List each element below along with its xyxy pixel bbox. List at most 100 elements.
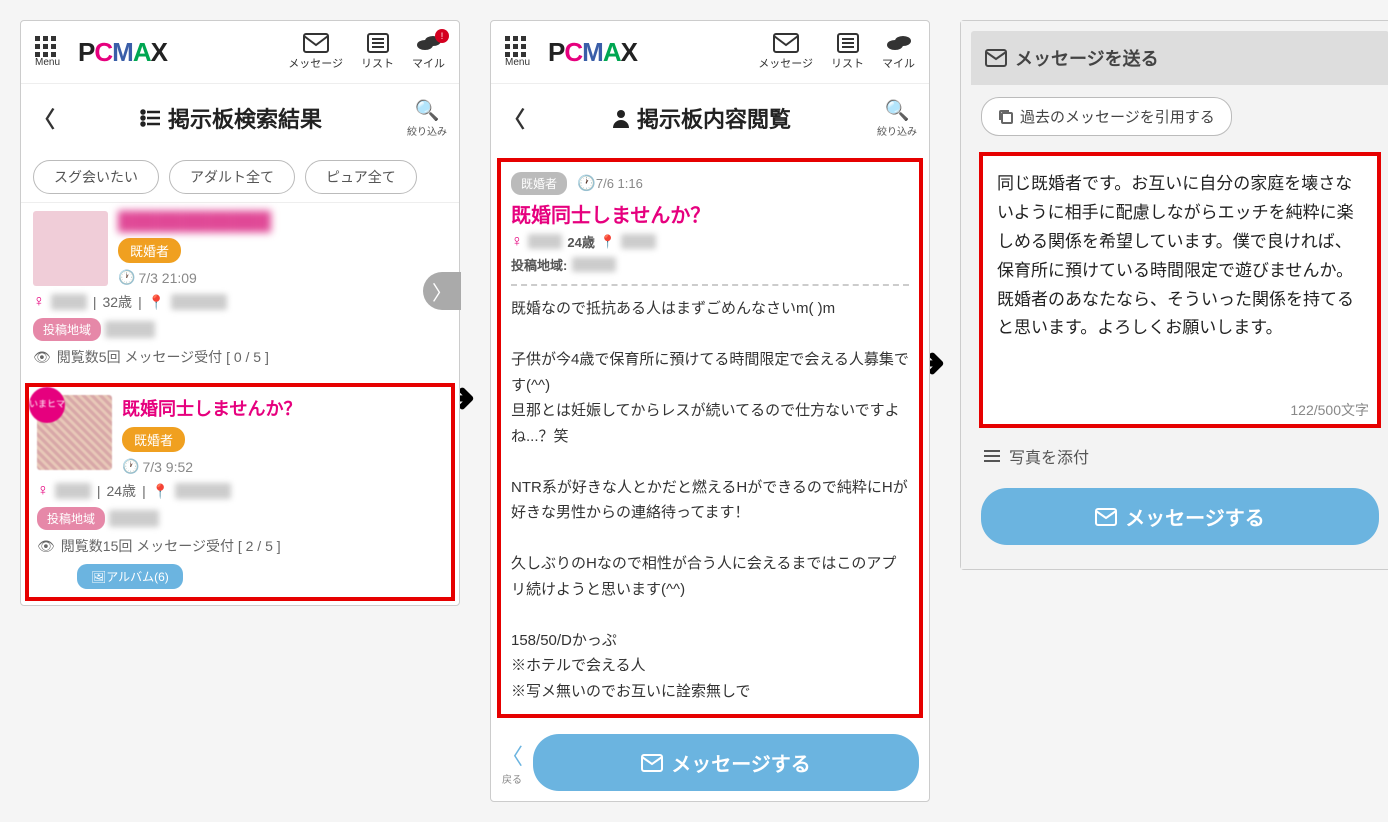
blurred-name: ██ bbox=[51, 294, 87, 310]
region-tag: 投稿地域 bbox=[33, 318, 101, 341]
header-message[interactable]: メッセージ bbox=[288, 33, 343, 71]
search-icon: 🔍 bbox=[877, 98, 917, 123]
eye-icon: 👁 bbox=[37, 538, 55, 555]
clock-icon: 🕐 bbox=[122, 458, 139, 475]
character-count: 122/500文字 bbox=[983, 396, 1377, 424]
post-meta: ♀██ | 24歳 | 📍████ bbox=[37, 481, 443, 501]
female-icon: ♀ bbox=[511, 233, 523, 251]
post-stats: 👁閲覧数15回 メッセージ受付 [ 2 / 5 ] bbox=[37, 536, 443, 556]
detail-meta: ♀██ 24歳 📍██ bbox=[511, 232, 909, 251]
message-textarea[interactable]: 同じ既婚者です。お互いに自分の家庭を壊さないように相手に配慮しながらエッチを純粋… bbox=[983, 156, 1377, 396]
divider bbox=[511, 284, 909, 286]
list-icon bbox=[837, 33, 859, 53]
grid-icon bbox=[505, 36, 530, 57]
hamburger-icon bbox=[983, 448, 1001, 464]
eye-icon: 👁 bbox=[33, 349, 51, 366]
grid-icon bbox=[35, 36, 60, 57]
chip-pure-all[interactable]: ピュア全て bbox=[305, 160, 417, 194]
menu-button[interactable]: Menu bbox=[35, 36, 60, 68]
detail-region: 投稿地域:███ bbox=[511, 255, 909, 274]
panel-compose: メッセージを送る 過去のメッセージを引用する 同じ既婚者です。お互いに自分の家庭… bbox=[960, 20, 1388, 570]
subheader: 〈 掲示板検索結果 🔍絞り込み bbox=[21, 84, 459, 152]
clock-icon: 🕐 bbox=[118, 269, 135, 286]
region-tag: 投稿地域 bbox=[37, 507, 105, 530]
header-message[interactable]: メッセージ bbox=[758, 33, 813, 71]
header-mile[interactable]: マイル bbox=[882, 33, 915, 71]
person-icon bbox=[611, 108, 631, 128]
filter-button[interactable]: 🔍絞り込み bbox=[877, 98, 917, 138]
female-icon: ♀ bbox=[37, 482, 49, 500]
message-button[interactable]: メッセージする bbox=[533, 734, 919, 791]
post-card-highlighted[interactable]: いまヒマ 既婚同士しませんか？ 既婚者 🕐7/3 9:52 ♀██ | 24歳 … bbox=[25, 383, 455, 601]
header-list[interactable]: リスト bbox=[831, 33, 864, 71]
pin-icon: 📍 bbox=[152, 483, 169, 500]
label: リスト bbox=[361, 58, 394, 70]
attach-photo[interactable]: 写真を添付 bbox=[971, 432, 1388, 480]
list-bullets-icon bbox=[140, 108, 162, 128]
chip-adult-all[interactable]: アダルト全て bbox=[169, 160, 295, 194]
married-tag: 既婚者 bbox=[122, 427, 185, 452]
detail-title: 既婚同士しませんか？ bbox=[511, 199, 909, 228]
coins-icon bbox=[887, 33, 911, 53]
married-tag: 既婚者 bbox=[118, 238, 181, 263]
back-button[interactable]: 〈戻る bbox=[501, 739, 523, 786]
menu-label: Menu bbox=[35, 57, 60, 68]
envelope-icon bbox=[1095, 508, 1117, 526]
chevron-right-icon[interactable]: 〉 bbox=[423, 272, 461, 310]
pin-icon: 📍 bbox=[600, 234, 616, 250]
timestamp: 7/6 1:16 bbox=[596, 176, 643, 191]
compose-header: メッセージを送る bbox=[971, 31, 1388, 85]
clock-icon: 🕐 bbox=[577, 175, 596, 192]
send-message-button[interactable]: メッセージする bbox=[981, 488, 1379, 545]
menu-label: Menu bbox=[505, 57, 530, 68]
header-list[interactable]: リスト bbox=[361, 33, 394, 71]
post-time: 🕐7/3 21:09 bbox=[118, 269, 447, 286]
married-tag: 既婚者 bbox=[511, 172, 567, 195]
post-card[interactable]: ████████████ 既婚者 🕐7/3 21:09 ♀██ | 32歳 | … bbox=[21, 202, 459, 379]
envelope-icon bbox=[641, 754, 663, 772]
filter-chips: スグ会いたい アダルト全て ピュア全て bbox=[21, 152, 459, 202]
post-time: 🕐7/3 9:52 bbox=[122, 458, 443, 475]
panel-post-detail: Menu PCMAX メッセージ リスト マイル 〈 掲示板内容閲覧 🔍絞り込み… bbox=[490, 20, 930, 802]
textarea-highlight: 同じ既婚者です。お互いに自分の家庭を壊さないように相手に配慮しながらエッチを純粋… bbox=[979, 152, 1381, 428]
label: マイル bbox=[412, 58, 445, 70]
envelope-icon bbox=[303, 33, 329, 53]
chevron-left-icon: 〈 bbox=[501, 739, 523, 771]
envelope-icon bbox=[773, 33, 799, 53]
detail-top-row: 既婚者 🕐7/6 1:16 bbox=[511, 172, 909, 195]
bottom-action-row: 〈戻る メッセージする bbox=[491, 724, 929, 801]
female-icon: ♀ bbox=[33, 293, 45, 311]
brand-logo: PCMAX bbox=[78, 37, 167, 68]
post-body-text: 既婚なので抵抗ある人はまずごめんなさいm( )m 子供が今4歳で保育所に預けてる… bbox=[511, 296, 909, 704]
avatar: いまヒマ bbox=[37, 395, 112, 470]
notification-badge: ! bbox=[435, 29, 449, 43]
quote-previous-button[interactable]: 過去のメッセージを引用する bbox=[981, 97, 1232, 136]
page-title: 掲示板検索結果 bbox=[55, 102, 407, 134]
app-header: Menu PCMAX メッセージ リスト マイル bbox=[491, 21, 929, 84]
envelope-icon bbox=[985, 49, 1007, 67]
post-title: 既婚同士しませんか？ bbox=[122, 395, 443, 421]
brand-logo: PCMAX bbox=[548, 37, 637, 68]
post-meta: ♀██ | 32歳 | 📍████ bbox=[33, 292, 447, 312]
chip-meet-now[interactable]: スグ会いたい bbox=[33, 160, 159, 194]
back-chevron-icon[interactable]: 〈 bbox=[503, 102, 525, 134]
post-stats: 👁閲覧数5回 メッセージ受付 [ 0 / 5 ] bbox=[33, 347, 447, 367]
page-title: 掲示板内容閲覧 bbox=[525, 102, 877, 134]
menu-button[interactable]: Menu bbox=[505, 36, 530, 68]
panel-search-results: Menu PCMAX メッセージ リスト マイル ! 〈 掲示板検索結果 🔍絞り… bbox=[20, 20, 460, 606]
subheader: 〈 掲示板内容閲覧 🔍絞り込み bbox=[491, 84, 929, 152]
post-title: ████████████ bbox=[118, 211, 447, 232]
list-icon bbox=[367, 33, 389, 53]
avatar bbox=[33, 211, 108, 286]
ima-hima-badge: いまヒマ bbox=[29, 387, 65, 423]
back-chevron-icon[interactable]: 〈 bbox=[33, 102, 55, 134]
pin-icon: 📍 bbox=[148, 294, 165, 311]
search-icon: 🔍 bbox=[407, 98, 447, 123]
post-detail-body: 既婚者 🕐7/6 1:16 既婚同士しませんか？ ♀██ 24歳 📍██ 投稿地… bbox=[497, 158, 923, 718]
app-header: Menu PCMAX メッセージ リスト マイル ! bbox=[21, 21, 459, 84]
copy-icon bbox=[998, 109, 1014, 125]
filter-button[interactable]: 🔍絞り込み bbox=[407, 98, 447, 138]
album-tag[interactable]: 🖼アルバム(6) bbox=[77, 564, 183, 589]
header-mile[interactable]: マイル ! bbox=[412, 33, 445, 71]
label: メッセージ bbox=[288, 58, 343, 70]
